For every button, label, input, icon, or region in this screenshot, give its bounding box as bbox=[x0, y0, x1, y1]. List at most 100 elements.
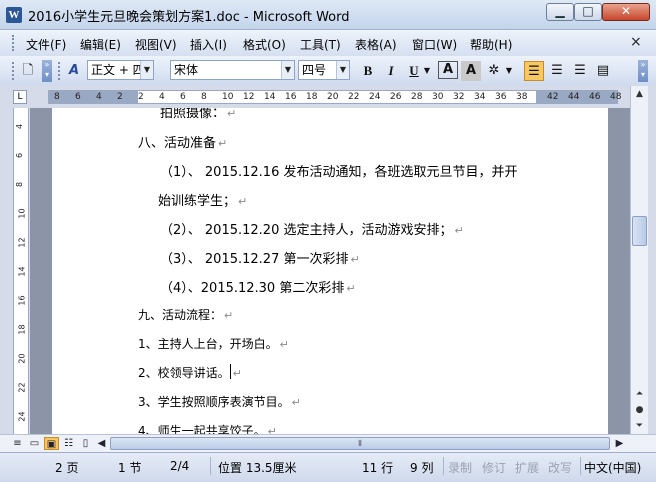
status-page[interactable]: 2 页 bbox=[55, 459, 78, 476]
menu-help[interactable]: 帮助(H) bbox=[470, 36, 512, 53]
maximize-button[interactable]: □ bbox=[574, 3, 602, 21]
horizontal-ruler[interactable]: 8 6 4 2 2 4 6 8 10 12 14 16 18 20 22 24 26 28 30 32 34 36 38 42… bbox=[48, 90, 621, 104]
new-document-button[interactable]: 🗋 bbox=[18, 61, 38, 81]
justify-button[interactable]: ▤ bbox=[593, 61, 613, 81]
status-trk[interactable]: 修订 bbox=[482, 459, 506, 476]
status-position[interactable]: 位置 13.5厘米 bbox=[218, 459, 297, 476]
font-combo[interactable]: 宋体 ▼ bbox=[170, 60, 295, 80]
minimize-icon: ▁ bbox=[555, 4, 565, 18]
chevron-down-icon: ▼ bbox=[423, 66, 431, 75]
doc-line[interactable]: 3、学生按照顺序表演节目。 ↵ bbox=[138, 393, 301, 410]
menu-tools[interactable]: 工具(T) bbox=[300, 36, 341, 53]
outline-view-button[interactable]: ☷ bbox=[61, 437, 76, 450]
previous-page-button[interactable]: ⏶ bbox=[632, 386, 647, 402]
status-ovr[interactable]: 改写 bbox=[548, 459, 572, 476]
styles-icon: A bbox=[68, 63, 80, 78]
document-close-button[interactable]: × bbox=[630, 34, 642, 50]
paragraph-mark-icon: ↵ bbox=[238, 195, 248, 208]
toolbar-grip-handle[interactable] bbox=[12, 62, 15, 80]
toolbar-overflow-button[interactable]: » ▾ bbox=[42, 60, 52, 82]
chevron-right-icon: ▶ bbox=[615, 438, 624, 449]
underline-dropdown[interactable]: ▼ bbox=[422, 61, 432, 81]
doc-line[interactable]: 2、校领导讲话。 ↵ bbox=[138, 364, 242, 381]
doc-line[interactable]: （1）、 2015.12.16 发布活动通知，各班选取元旦节目，并开 bbox=[160, 161, 517, 180]
ruler-tick-label: 14 bbox=[264, 92, 276, 102]
doc-line[interactable]: （4）、2015.12.30 第二次彩排 ↵ bbox=[160, 277, 356, 296]
char-border-button[interactable]: A bbox=[438, 61, 458, 79]
chevron-down-icon[interactable]: ▼ bbox=[140, 61, 153, 79]
text-cursor bbox=[229, 364, 231, 379]
bold-button[interactable]: B bbox=[358, 61, 378, 81]
doc-line[interactable]: 九、活动流程： ↵ bbox=[138, 306, 233, 323]
toolbar-overflow-button-2[interactable]: » ▾ bbox=[638, 60, 648, 82]
doc-line[interactable]: （2）、 2015.12.20 选定主持人，活动游戏安排； ↵ bbox=[160, 219, 464, 238]
align-center-button[interactable]: ☰ bbox=[547, 61, 567, 81]
scroll-up-button[interactable]: ▲ bbox=[632, 86, 647, 102]
paragraph-mark-icon: ↵ bbox=[232, 367, 242, 380]
tab-selector-button[interactable]: L bbox=[13, 90, 27, 104]
vertical-ruler-tick-label: 12 bbox=[17, 237, 27, 248]
char-shading-button[interactable]: A bbox=[461, 61, 481, 81]
reading-layout-view-button[interactable]: ▯ bbox=[78, 437, 93, 450]
status-page-of[interactable]: 2/4 bbox=[170, 459, 189, 473]
align-left-button[interactable]: ☰ bbox=[524, 61, 544, 81]
minimize-button[interactable]: ▁ bbox=[546, 3, 574, 21]
vertical-ruler[interactable]: 4 6 8 10 12 14 16 18 20 22 24 bbox=[13, 108, 29, 434]
doc-line[interactable]: 拍照摄像： ↵ bbox=[160, 108, 236, 121]
status-divider bbox=[210, 457, 211, 475]
doc-line[interactable]: 始训练学生； ↵ bbox=[158, 190, 247, 209]
scroll-right-button[interactable]: ▶ bbox=[612, 437, 627, 450]
document-page[interactable]: 拍照摄像： ↵ 八、活动准备 ↵ （1）、 2015.12.16 发布活动通知，各班… bbox=[52, 108, 608, 434]
underline-button[interactable]: U bbox=[404, 61, 424, 81]
ruler-tick-label: 28 bbox=[411, 92, 423, 102]
align-right-button[interactable]: ☰ bbox=[570, 61, 590, 81]
menu-edit[interactable]: 编辑(E) bbox=[80, 36, 121, 53]
chevron-down-icon[interactable]: ▼ bbox=[281, 61, 294, 79]
horizontal-scroll-thumb[interactable]: ⦀ bbox=[110, 437, 610, 450]
vertical-scroll-thumb[interactable] bbox=[632, 216, 647, 246]
menu-table[interactable]: 表格(A) bbox=[355, 36, 397, 53]
scaling-dropdown[interactable]: ▼ bbox=[504, 61, 514, 81]
doc-line[interactable]: 八、活动准备 ↵ bbox=[138, 132, 227, 151]
doc-line[interactable]: 4、师生一起共享饺子。 ↵ bbox=[138, 422, 277, 434]
status-ext[interactable]: 扩展 bbox=[515, 459, 539, 476]
vertical-ruler-tick-label: 22 bbox=[17, 382, 27, 393]
word-app-icon[interactable]: W bbox=[6, 7, 22, 23]
menu-format[interactable]: 格式(O) bbox=[243, 36, 286, 53]
status-line[interactable]: 11 行 bbox=[362, 459, 393, 476]
doc-line[interactable]: （3）、 2015.12.27 第一次彩排 ↵ bbox=[160, 248, 360, 267]
menu-file[interactable]: 文件(F) bbox=[26, 36, 66, 53]
toolbar-grip-handle-2[interactable] bbox=[58, 62, 61, 80]
document-area: 拍照摄像： ↵ 八、活动准备 ↵ （1）、 2015.12.16 发布活动通知，各班… bbox=[30, 108, 630, 434]
menu-grip-handle[interactable] bbox=[12, 35, 15, 51]
vertical-scrollbar[interactable]: ▲ ⏶ ● ⏷ bbox=[630, 86, 648, 434]
styles-pane-button[interactable]: A bbox=[64, 61, 84, 81]
web-layout-view-button[interactable]: ▭ bbox=[27, 437, 42, 450]
circle-icon: ● bbox=[635, 405, 644, 415]
menu-insert[interactable]: 插入(I) bbox=[190, 36, 227, 53]
reading-view-icon: ▯ bbox=[82, 438, 89, 449]
scroll-left-button[interactable]: ◀ bbox=[94, 437, 109, 450]
italic-button[interactable]: I bbox=[381, 61, 401, 81]
status-rec[interactable]: 录制 bbox=[448, 459, 472, 476]
menu-window[interactable]: 窗口(W) bbox=[412, 36, 457, 53]
ruler-tick-label: 8 bbox=[54, 92, 60, 102]
print-layout-view-button[interactable]: ▣ bbox=[44, 437, 59, 450]
status-column[interactable]: 9 列 bbox=[410, 459, 433, 476]
character-scaling-button[interactable]: ✲ bbox=[484, 61, 504, 81]
select-browse-object-button[interactable]: ● bbox=[632, 402, 647, 418]
status-language[interactable]: 中文(中国) bbox=[584, 459, 654, 476]
status-section[interactable]: 1 节 bbox=[118, 459, 141, 476]
grip-icon: ⦀ bbox=[358, 439, 362, 448]
doc-line[interactable]: 1、主持人上台，开场白。 ↵ bbox=[138, 335, 289, 352]
menu-bar: 文件(F) 编辑(E) 视图(V) 插入(I) 格式(O) 工具(T) 表格(A… bbox=[0, 30, 656, 56]
close-window-button[interactable]: ✕ bbox=[602, 3, 650, 21]
chevron-down-icon[interactable]: ▼ bbox=[336, 61, 349, 79]
font-size-combo[interactable]: 四号 ▼ bbox=[298, 60, 350, 80]
next-page-button[interactable]: ⏷ bbox=[632, 418, 647, 434]
ruler-tick-label: 4 bbox=[159, 92, 165, 102]
vertical-ruler-tick-label: 14 bbox=[17, 266, 27, 277]
normal-view-button[interactable]: ≡ bbox=[10, 437, 25, 450]
style-combo[interactable]: 正文 + 四号 ▼ bbox=[87, 60, 154, 80]
menu-view[interactable]: 视图(V) bbox=[135, 36, 177, 53]
